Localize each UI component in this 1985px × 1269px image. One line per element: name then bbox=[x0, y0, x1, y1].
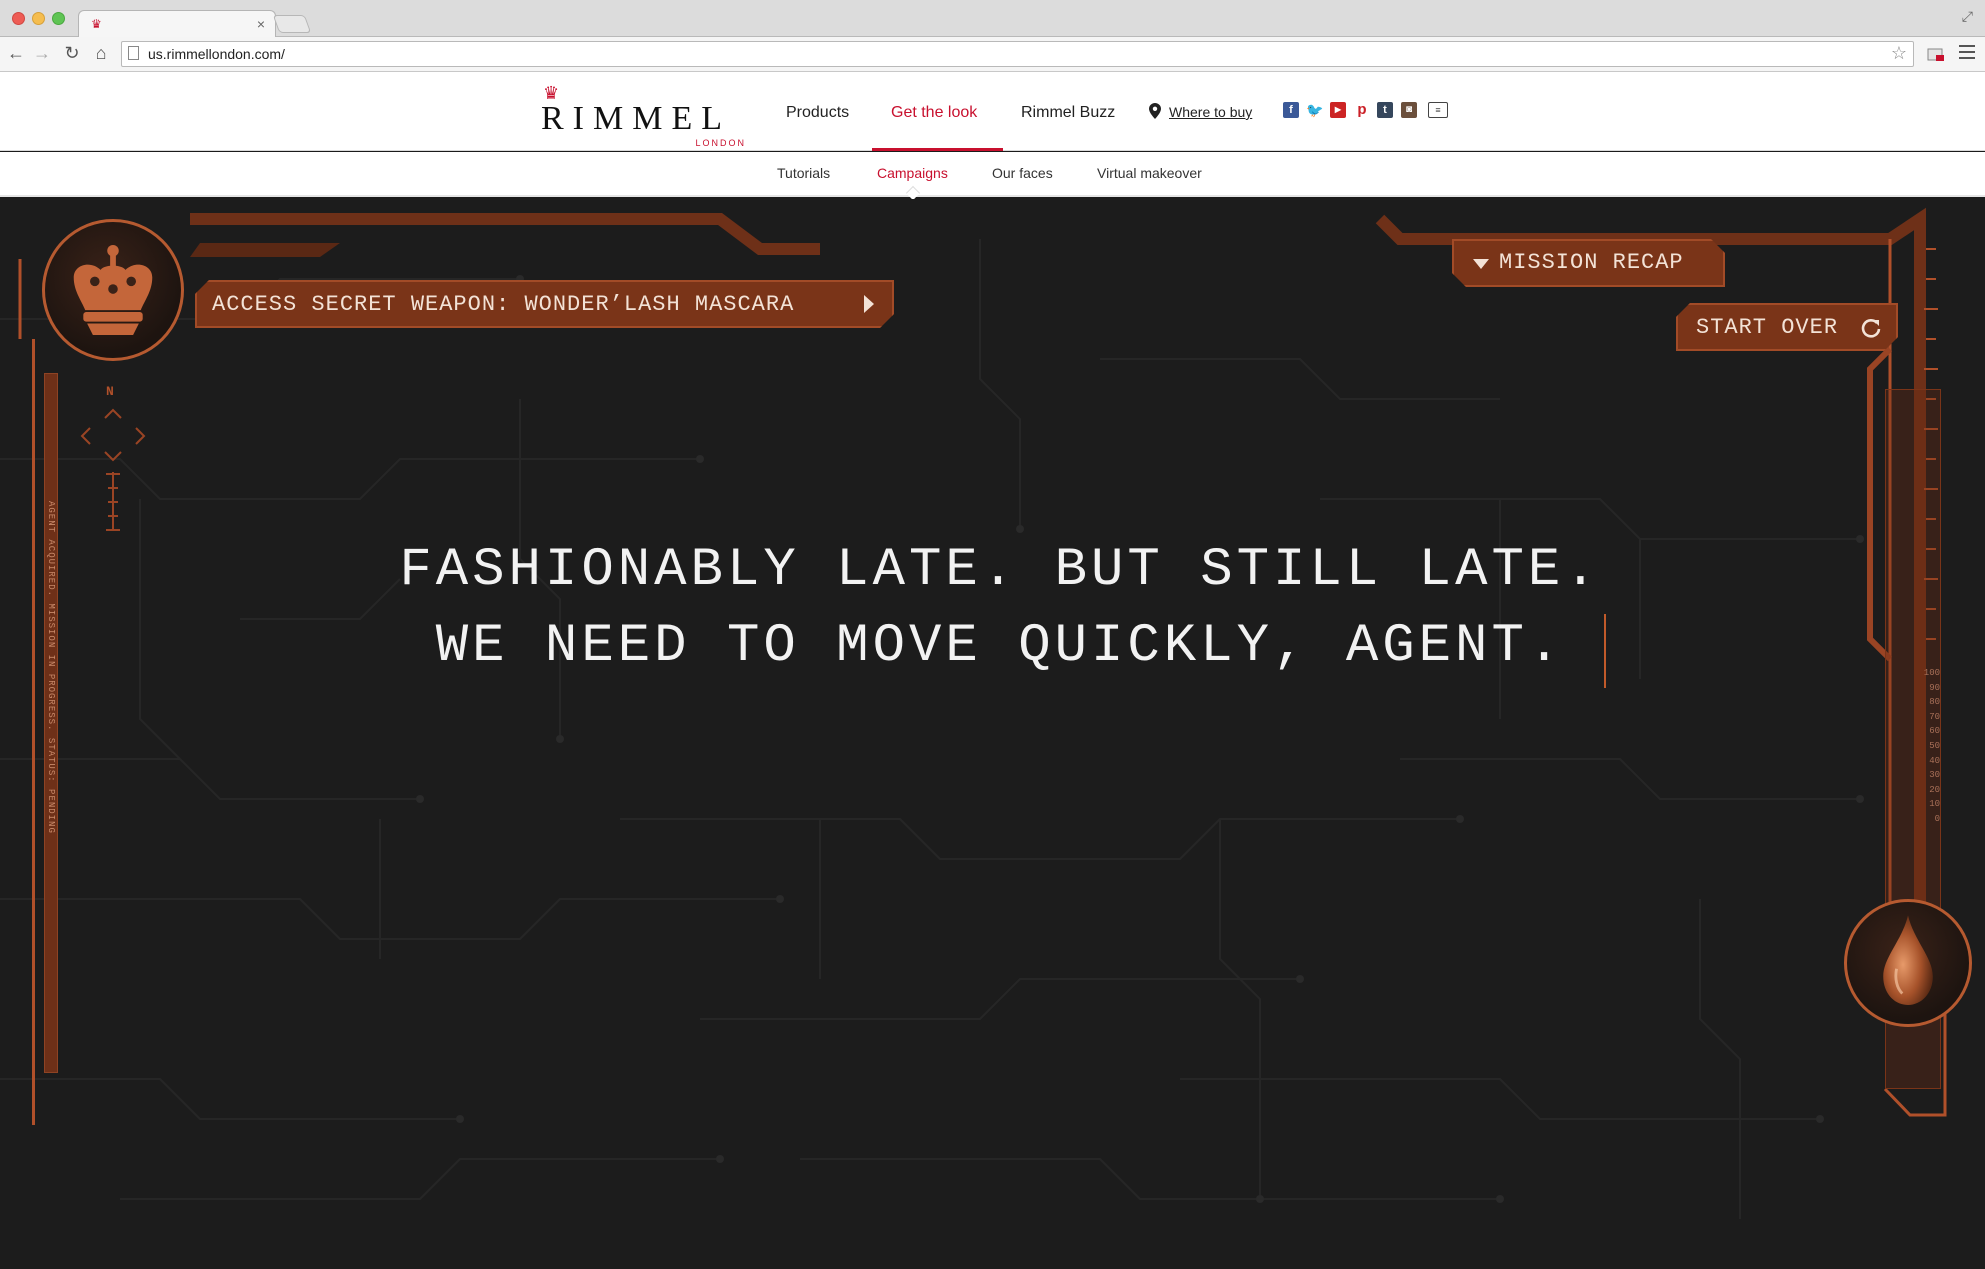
agent-status-text: AGENT ACQUIRED. MISSION IN PROGRESS. STA… bbox=[46, 501, 56, 834]
tab-close-icon[interactable]: × bbox=[257, 16, 265, 32]
browser-menu-icon[interactable] bbox=[1959, 45, 1975, 63]
address-bar[interactable]: us.rimmellondon.com/ ☆ bbox=[121, 41, 1914, 67]
crown-emblem-icon bbox=[73, 244, 153, 336]
campaign-stage: AGENT ACQUIRED. MISSION IN PROGRESS. STA… bbox=[0, 199, 1985, 1269]
subnav-tutorials[interactable]: Tutorials bbox=[777, 165, 830, 181]
facebook-icon[interactable]: f bbox=[1283, 102, 1299, 118]
pinterest-icon[interactable]: p bbox=[1354, 102, 1370, 118]
scale-label: 0 bbox=[1934, 814, 1940, 824]
address-url[interactable]: us.rimmellondon.com/ bbox=[148, 46, 285, 62]
hud-frame bbox=[18, 207, 1947, 1117]
rimmel-logo[interactable]: ♛ RIMMEL LONDON bbox=[541, 84, 746, 148]
refresh-icon bbox=[1860, 317, 1882, 339]
logo-brand-text: RIMMEL bbox=[541, 100, 731, 137]
home-icon[interactable]: ⌂ bbox=[91, 43, 111, 63]
twitter-icon[interactable]: 🐦 bbox=[1306, 102, 1323, 118]
active-nav-underline bbox=[872, 148, 1003, 151]
extension-icon[interactable] bbox=[1927, 46, 1945, 62]
scale-label: 70 bbox=[1929, 711, 1940, 722]
zoom-window-button[interactable] bbox=[52, 12, 65, 25]
bookmark-star-icon[interactable]: ☆ bbox=[1891, 43, 1907, 64]
minimize-window-button[interactable] bbox=[32, 12, 45, 25]
headline-line-2: WE NEED TO MOVE QUICKLY, AGENT. bbox=[435, 616, 1565, 677]
fullscreen-icon[interactable]: ⤢ bbox=[1962, 8, 1973, 25]
scale-label: 100 bbox=[1923, 668, 1940, 678]
caret-down-icon bbox=[1473, 259, 1489, 269]
access-secret-weapon-button[interactable]: ACCESS SECRET WEAPON: WONDER’LASH MASCAR… bbox=[195, 280, 894, 328]
browser-toolbar: ← → ↻ ⌂ us.rimmellondon.com/ ☆ bbox=[0, 37, 1985, 72]
mission-recap-label: MISSION RECAP bbox=[1499, 250, 1684, 275]
headline-line-1: FASHIONABLY LATE. BUT STILL LATE. bbox=[399, 540, 1601, 601]
play-arrow-icon bbox=[864, 295, 874, 313]
scale-label: 10 bbox=[1929, 799, 1940, 810]
nav-rimmel-buzz[interactable]: Rimmel Buzz bbox=[1021, 104, 1115, 122]
start-over-label: START OVER bbox=[1696, 315, 1839, 340]
close-window-button[interactable] bbox=[12, 12, 25, 25]
compass-arrows-icon bbox=[80, 408, 146, 531]
back-arrow-icon[interactable]: ← bbox=[6, 43, 26, 63]
scale-label: 50 bbox=[1929, 741, 1940, 751]
left-hud-line bbox=[32, 339, 35, 1125]
youtube-icon[interactable]: ▶ bbox=[1330, 102, 1346, 118]
scale-label: 20 bbox=[1929, 784, 1940, 795]
typing-cursor bbox=[1604, 614, 1606, 688]
subnav-our-faces[interactable]: Our faces bbox=[992, 165, 1053, 181]
where-to-buy-link[interactable]: Where to buy bbox=[1169, 104, 1252, 120]
tumblr-icon[interactable]: t bbox=[1377, 102, 1393, 118]
compass-north-label: N bbox=[106, 384, 114, 399]
scale-label: 30 bbox=[1929, 770, 1940, 781]
page-icon bbox=[128, 46, 139, 60]
scale-label: 40 bbox=[1929, 755, 1940, 766]
mascara-drop-icon bbox=[1883, 915, 1933, 1005]
crown-badge bbox=[42, 219, 184, 361]
scale-label: 80 bbox=[1929, 697, 1940, 708]
browser-tab-strip: ♛ × ⤢ bbox=[0, 0, 1985, 38]
browser-tab[interactable]: ♛ × bbox=[78, 10, 276, 38]
reload-icon[interactable]: ↻ bbox=[62, 43, 82, 63]
active-subnav-caret bbox=[905, 185, 921, 201]
access-secret-weapon-label: ACCESS SECRET WEAPON: WONDER’LASH MASCAR… bbox=[212, 292, 795, 317]
logo-sub-text: LONDON bbox=[695, 138, 746, 148]
site-header: ♛ RIMMEL LONDON Products Get the look Ri… bbox=[0, 72, 1985, 151]
nav-get-the-look[interactable]: Get the look bbox=[891, 104, 977, 122]
sub-nav: Tutorials Campaigns Our faces Virtual ma… bbox=[0, 152, 1985, 201]
new-tab-button[interactable] bbox=[272, 15, 312, 33]
scale-label: 60 bbox=[1929, 726, 1940, 737]
news-icon[interactable]: ≡ bbox=[1428, 102, 1448, 118]
drop-badge[interactable] bbox=[1844, 899, 1972, 1027]
compass: N bbox=[78, 384, 148, 534]
map-pin-icon bbox=[1149, 103, 1161, 119]
subnav-virtual-makeover[interactable]: Virtual makeover bbox=[1097, 165, 1202, 181]
mission-recap-button[interactable]: MISSION RECAP bbox=[1452, 239, 1725, 287]
forward-arrow-icon[interactable]: → bbox=[32, 43, 52, 63]
scale-label: 90 bbox=[1929, 682, 1940, 693]
instagram-icon[interactable]: ◙ bbox=[1401, 102, 1417, 118]
start-over-button[interactable]: START OVER bbox=[1676, 303, 1898, 351]
nav-products[interactable]: Products bbox=[786, 104, 849, 122]
mission-headline: FASHIONABLY LATE. BUT STILL LATE. WE NEE… bbox=[300, 533, 1700, 685]
subnav-campaigns[interactable]: Campaigns bbox=[877, 165, 948, 181]
rimmel-crown-favicon-icon: ♛ bbox=[91, 17, 102, 31]
